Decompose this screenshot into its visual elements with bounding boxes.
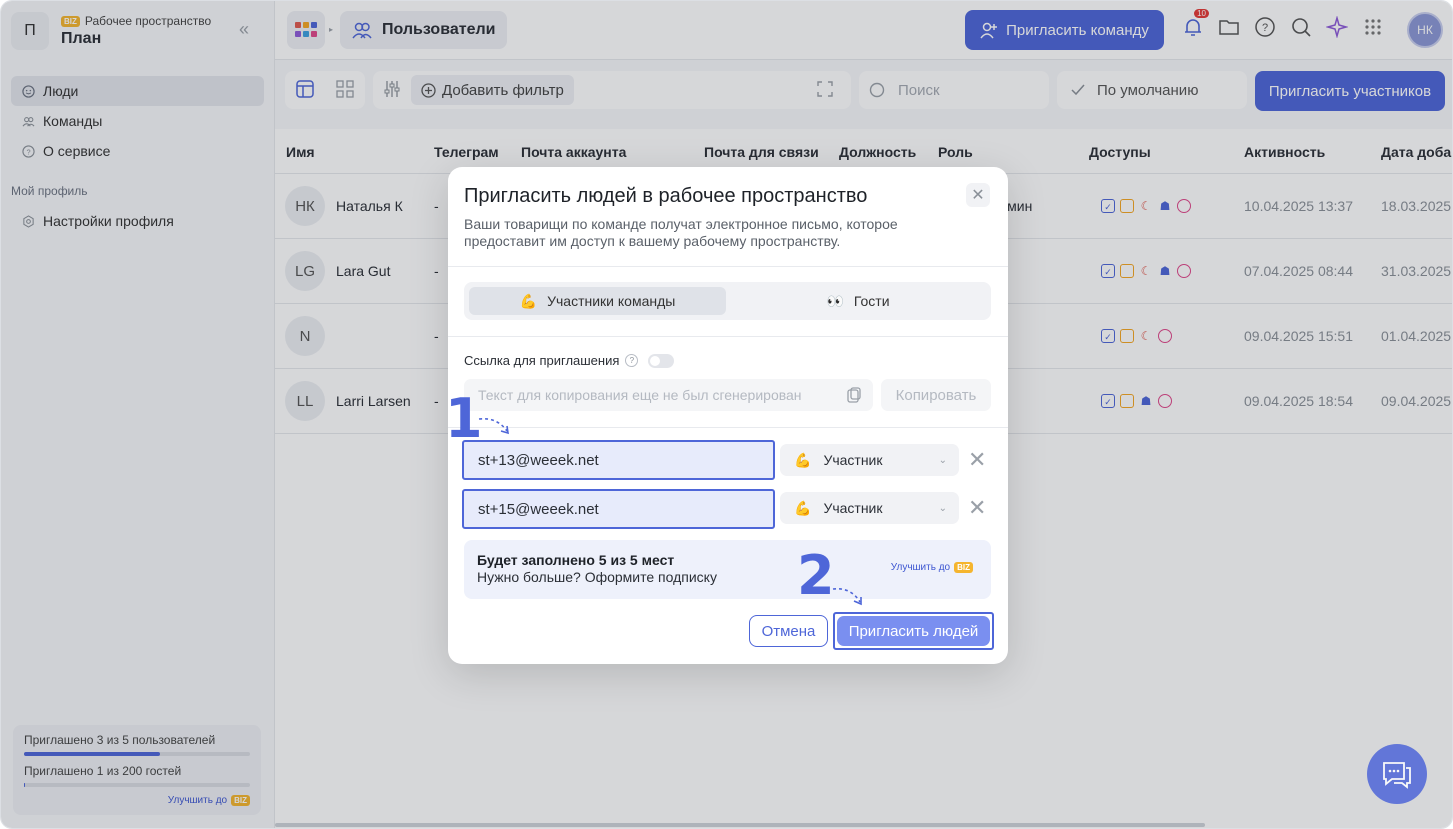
invite-people-dialog: Пригласить людей в рабочее пространство … — [448, 167, 1008, 664]
chat-bubble-icon — [1383, 762, 1411, 789]
flexed-biceps-icon: 💪 — [794, 499, 812, 516]
step-1-arrow-icon — [478, 417, 509, 435]
chevron-down-icon: ⌄ — [938, 454, 947, 466]
chevron-down-icon: ⌄ — [938, 502, 947, 514]
upgrade-link-label: Улучшить до — [890, 562, 951, 573]
eyes-icon: 👀 — [826, 292, 844, 309]
flexed-biceps-icon: 💪 — [794, 451, 812, 468]
invite-link-toggle[interactable] — [648, 353, 675, 368]
role-select[interactable]: 💪 Участник ⌄ — [780, 492, 959, 524]
upgrade-link[interactable]: Улучшить до BIZ — [891, 562, 973, 573]
help-icon[interactable]: ? — [625, 354, 639, 367]
remove-invite-icon[interactable]: ✕ — [968, 447, 986, 473]
divider — [448, 336, 1008, 337]
dialog-title: Пригласить людей в рабочее пространство — [464, 185, 868, 207]
role-select-value: Участник — [823, 500, 883, 516]
close-icon[interactable]: ✕ — [966, 183, 990, 207]
copy-button[interactable]: Копировать — [881, 379, 991, 411]
tab-members[interactable]: 💪 Участники команды — [469, 287, 726, 315]
role-select[interactable]: 💪 Участник ⌄ — [780, 444, 959, 476]
flexed-biceps-icon: 💪 — [519, 292, 538, 309]
clipboard-icon[interactable] — [847, 387, 861, 406]
invite-link-placeholder: Текст для копирования еще не был сгенери… — [478, 387, 802, 403]
biz-badge: BIZ — [954, 562, 973, 573]
invite-people-button[interactable]: Пригласить людей — [837, 616, 990, 646]
role-select-value: Участник — [823, 452, 883, 468]
divider — [448, 266, 1008, 267]
invite-link-field[interactable]: Текст для копирования еще не был сгенери… — [464, 379, 873, 411]
invite-link-row: Ссылка для приглашения ? — [464, 353, 675, 368]
invite-link-label: Ссылка для приглашения — [464, 353, 620, 368]
divider — [448, 427, 1008, 428]
email-field[interactable]: st+13@weeek.net — [462, 440, 775, 480]
tab-guests[interactable]: 👀 Гости — [730, 287, 986, 315]
seats-notice: Будет заполнено 5 из 5 мест Нужно больше… — [464, 540, 991, 599]
step-2-arrow-icon — [832, 587, 862, 606]
invite-type-tabs: 💪 Участники команды 👀 Гости — [464, 282, 991, 320]
tab-members-label: Участники команды — [547, 293, 676, 309]
tab-guests-label: Гости — [853, 293, 890, 309]
cancel-button[interactable]: Отмена — [749, 615, 828, 647]
dialog-description: Ваши товарищи по команде получат электро… — [464, 216, 898, 249]
email-field[interactable]: st+15@weeek.net — [462, 489, 775, 529]
app-window: П BIZ Рабочее пространство План « Люди Ко… — [0, 0, 1453, 829]
support-chat-button[interactable] — [1367, 744, 1427, 804]
remove-invite-icon[interactable]: ✕ — [968, 495, 986, 521]
